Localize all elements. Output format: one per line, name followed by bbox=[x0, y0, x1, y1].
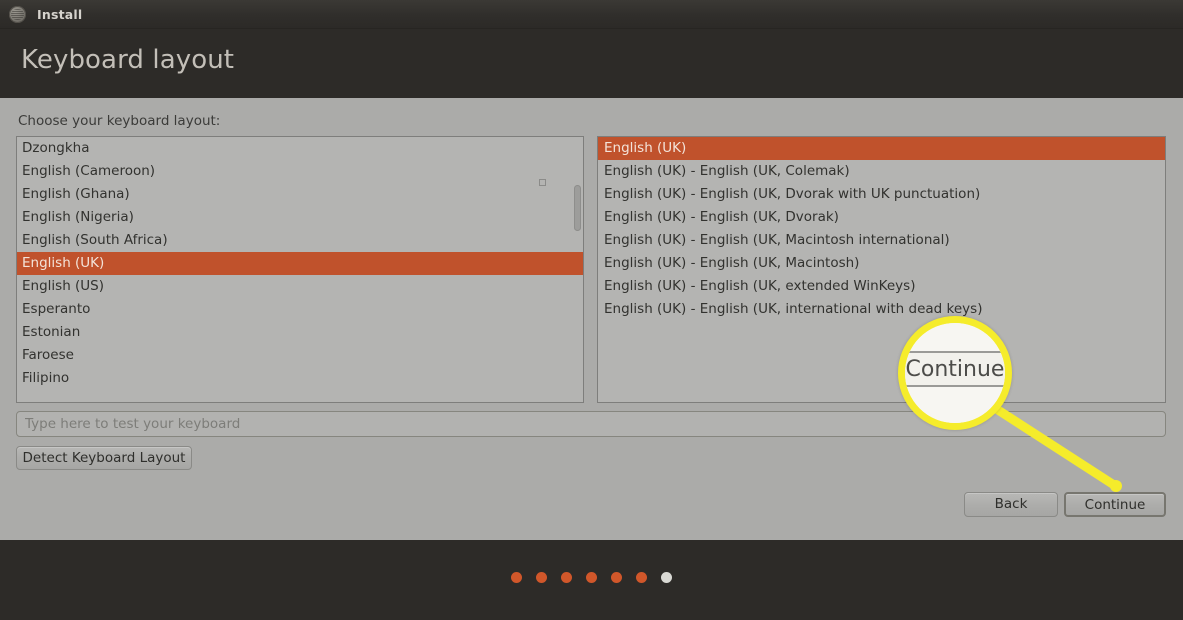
magnified-continue-label: Continue bbox=[905, 357, 1005, 382]
language-list-scrollbar-thumb[interactable] bbox=[574, 185, 581, 231]
progress-dots bbox=[0, 572, 1183, 583]
main-content: Choose your keyboard layout: Dzongkha Eng… bbox=[0, 98, 1183, 540]
list-item[interactable]: English (UK) bbox=[17, 252, 583, 275]
progress-dot bbox=[636, 572, 647, 583]
list-item[interactable]: English (UK) bbox=[598, 137, 1165, 160]
back-button[interactable]: Back bbox=[964, 492, 1058, 517]
list-item[interactable]: English (UK) - English (UK, Colemak) bbox=[598, 160, 1165, 183]
title-bar: Install bbox=[0, 0, 1183, 29]
list-resize-marker bbox=[539, 179, 546, 186]
list-item[interactable]: Estonian bbox=[17, 321, 583, 344]
list-item[interactable]: Filipino bbox=[17, 367, 583, 390]
list-item[interactable]: English (South Africa) bbox=[17, 229, 583, 252]
prompt-label: Choose your keyboard layout: bbox=[18, 113, 221, 129]
footer bbox=[0, 540, 1183, 620]
progress-dot bbox=[511, 572, 522, 583]
keyboard-variant-list[interactable]: English (UK) English (UK) - English (UK, … bbox=[597, 136, 1166, 403]
list-item[interactable]: English (UK) - English (UK, internationa… bbox=[598, 298, 1165, 321]
page-title: Keyboard layout bbox=[21, 45, 235, 75]
progress-dot bbox=[536, 572, 547, 583]
list-item[interactable]: English (UK) - English (UK, Macintosh in… bbox=[598, 229, 1165, 252]
list-item[interactable]: English (UK) - English (UK, Dvorak) bbox=[598, 206, 1165, 229]
continue-button[interactable]: Continue bbox=[1064, 492, 1166, 517]
page-header: Keyboard layout bbox=[0, 29, 1183, 98]
list-item[interactable]: Dzongkha bbox=[17, 137, 583, 160]
list-item[interactable]: English (Nigeria) bbox=[17, 206, 583, 229]
list-item[interactable]: English (US) bbox=[17, 275, 583, 298]
window-title: Install bbox=[37, 6, 83, 22]
callout-target-dot bbox=[1110, 480, 1122, 492]
install-window: Install Keyboard layout Choose your keyb… bbox=[0, 0, 1183, 620]
progress-dot bbox=[586, 572, 597, 583]
list-item[interactable]: English (UK) - English (UK, Macintosh) bbox=[598, 252, 1165, 275]
progress-dot bbox=[661, 572, 672, 583]
list-item[interactable]: English (Ghana) bbox=[17, 183, 583, 206]
list-item[interactable]: English (UK) - English (UK, extended Win… bbox=[598, 275, 1165, 298]
detect-keyboard-layout-button[interactable]: Detect Keyboard Layout bbox=[16, 446, 192, 470]
magnifier-callout: Continue bbox=[898, 316, 1012, 430]
list-item[interactable]: English (UK) - English (UK, Dvorak with … bbox=[598, 183, 1165, 206]
progress-dot bbox=[611, 572, 622, 583]
ubuntu-circle-icon bbox=[9, 5, 26, 23]
list-item[interactable]: English (Cameroon) bbox=[17, 160, 583, 183]
list-item[interactable]: Faroese bbox=[17, 344, 583, 367]
list-item[interactable]: Esperanto bbox=[17, 298, 583, 321]
progress-dot bbox=[561, 572, 572, 583]
keyboard-language-list[interactable]: Dzongkha English (Cameroon) English (Ghana… bbox=[16, 136, 584, 403]
